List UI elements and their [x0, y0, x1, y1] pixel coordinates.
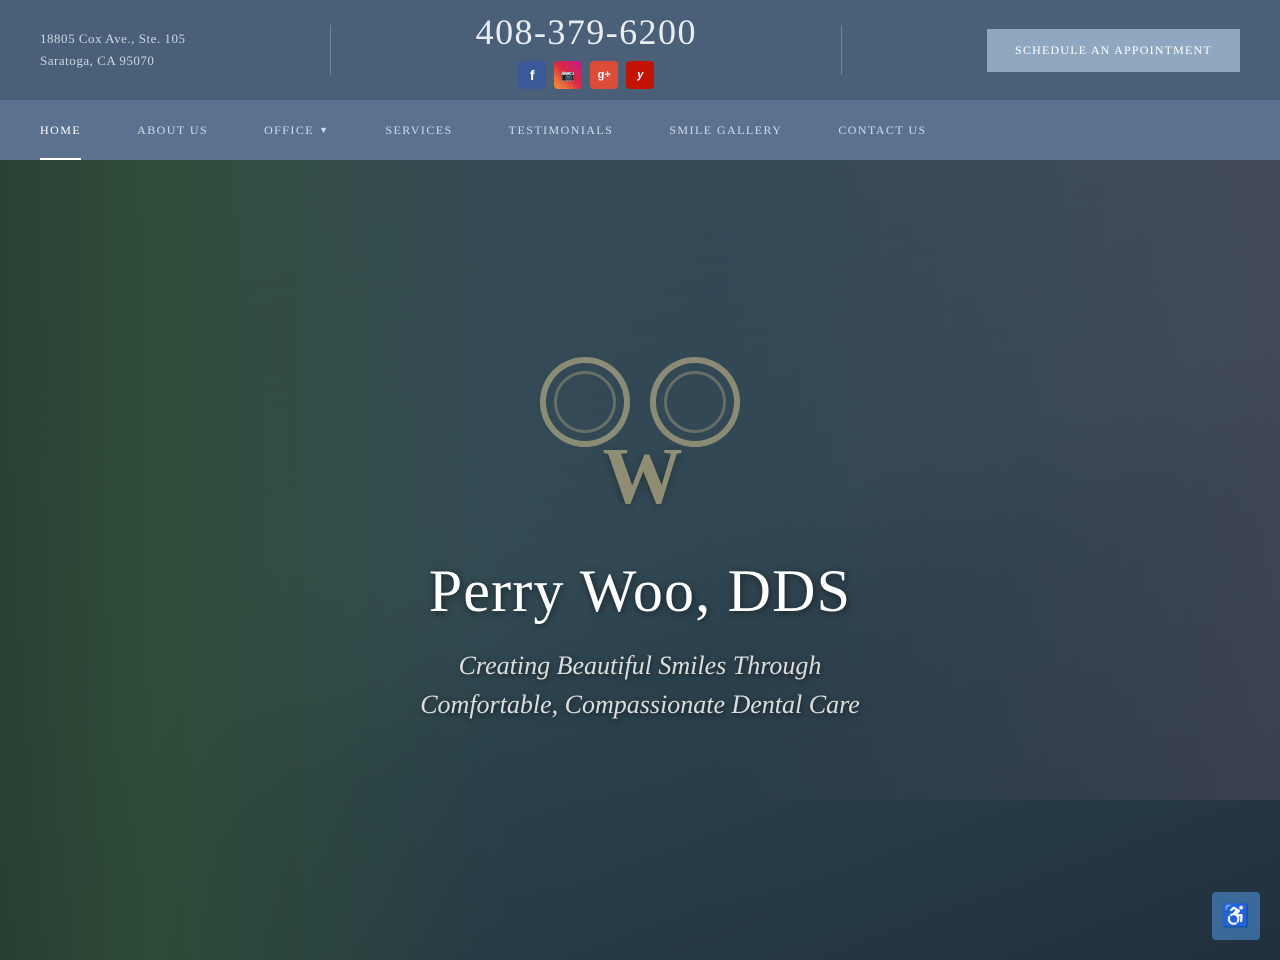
- navigation: HOME ABOUT US OFFICE ▼ SERVICES TESTIMON…: [0, 100, 1280, 160]
- logo-w-letter: W: [603, 437, 678, 517]
- accessibility-icon: ♿: [1222, 905, 1249, 927]
- logo-circle-left: [540, 357, 630, 447]
- top-bar: 18805 Cox Ave., Ste. 105 Saratoga, CA 95…: [0, 0, 1280, 100]
- nav-item-office[interactable]: OFFICE ▼: [236, 100, 357, 160]
- address-line2: Saratoga, CA 95070: [40, 50, 186, 72]
- nav-item-contact-us[interactable]: CONTACT US: [810, 100, 954, 160]
- hero-content: W Perry Woo, DDS Creating Beautiful Smil…: [0, 160, 1280, 960]
- nav-item-about-us[interactable]: ABOUT US: [109, 100, 236, 160]
- divider-left: [330, 25, 331, 75]
- nav-item-testimonials[interactable]: TESTIMONIALS: [481, 100, 642, 160]
- social-icons-group: f 📷 g+ y: [518, 61, 654, 89]
- hero-title: Perry Woo, DDS: [429, 557, 852, 626]
- hero-section: W Perry Woo, DDS Creating Beautiful Smil…: [0, 160, 1280, 960]
- hero-subtitle-line2: Comfortable, Compassionate Dental Care: [420, 690, 860, 719]
- schedule-appointment-button[interactable]: SCHEDULE AN APPOINTMENT: [987, 29, 1240, 72]
- facebook-icon[interactable]: f: [518, 61, 546, 89]
- google-plus-icon[interactable]: g+: [590, 61, 618, 89]
- nav-item-home[interactable]: HOME: [40, 100, 109, 160]
- address-block: 18805 Cox Ave., Ste. 105 Saratoga, CA 95…: [40, 28, 186, 72]
- hero-subtitle-line1: Creating Beautiful Smiles Through: [459, 651, 822, 680]
- instagram-icon[interactable]: 📷: [554, 61, 582, 89]
- nav-item-smile-gallery[interactable]: SMILE GALLERY: [641, 100, 810, 160]
- phone-number[interactable]: 408-379-6200: [476, 11, 697, 53]
- accessibility-button[interactable]: ♿: [1212, 892, 1260, 940]
- logo-mark: W: [520, 337, 760, 537]
- address-line1: 18805 Cox Ave., Ste. 105: [40, 28, 186, 50]
- contact-center: 408-379-6200 f 📷 g+ y: [476, 11, 697, 89]
- divider-right: [841, 25, 842, 75]
- hero-subtitle: Creating Beautiful Smiles Through Comfor…: [420, 646, 860, 724]
- yelp-icon[interactable]: y: [626, 61, 654, 89]
- logo-circle-right: [650, 357, 740, 447]
- nav-item-services[interactable]: SERVICES: [357, 100, 480, 160]
- office-dropdown-arrow: ▼: [319, 125, 329, 135]
